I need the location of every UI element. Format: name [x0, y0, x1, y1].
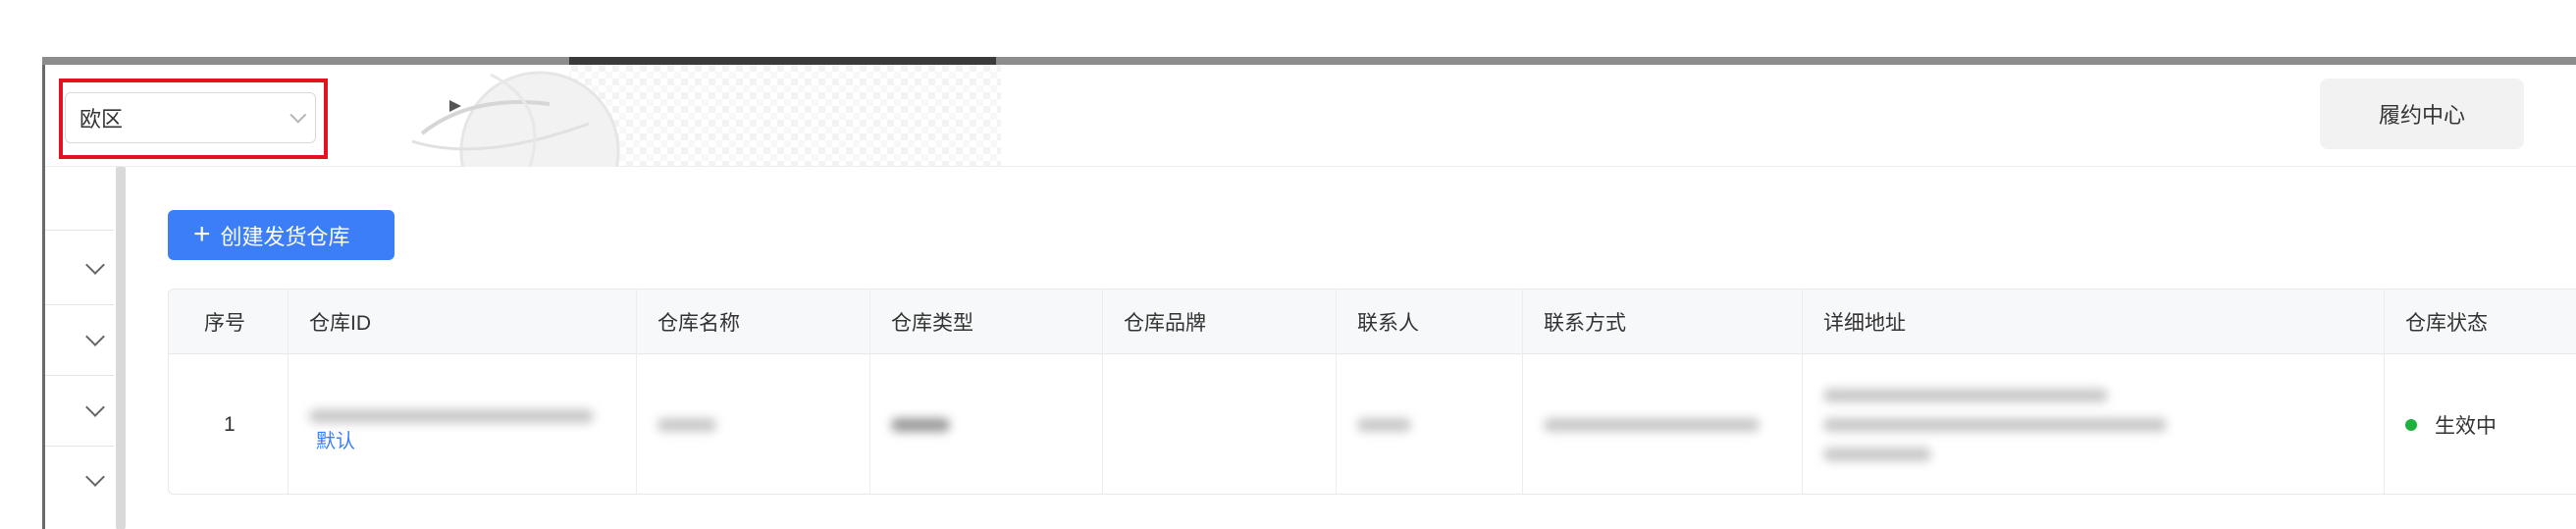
column-header-warehouse-status: 仓库状态 [2405, 312, 2488, 335]
warehouse-type-cell [869, 354, 950, 494]
redacted-warehouse-type [891, 418, 950, 432]
redacted-warehouse-id [309, 409, 594, 423]
create-warehouse-label: 创建发货仓库 [220, 224, 350, 249]
redacted-address-line [1823, 418, 2167, 432]
plus-icon: + [193, 217, 211, 250]
address-cell [1802, 354, 2167, 494]
sidebar-divider [45, 230, 114, 231]
sidebar-divider [45, 304, 114, 305]
row-index: 1 [224, 413, 236, 436]
window-top-border-accent [569, 57, 996, 65]
region-select-value: 欧区 [79, 107, 124, 132]
column-header-contact-person: 联系人 [1357, 312, 1419, 335]
column-header-warehouse-id: 仓库ID [309, 312, 371, 335]
contact-person-cell [1336, 354, 1411, 494]
sidebar-scrollbar[interactable] [116, 167, 126, 529]
column-header-index: 序号 [204, 312, 245, 335]
redacted-contact-method [1544, 418, 1760, 432]
column-header-warehouse-brand: 仓库品牌 [1124, 312, 1206, 335]
banner-illustration [393, 65, 1001, 167]
warehouse-table: 序号 仓库ID 仓库名称 仓库类型 仓库品牌 联系人 联系方式 详细地址 仓库状… [168, 289, 2576, 495]
default-tag: 默认 [316, 431, 355, 452]
redacted-contact-person [1357, 418, 1411, 432]
sidebar-divider [45, 375, 114, 376]
sidebar-divider [45, 446, 114, 447]
status-text: 生效中 [2435, 415, 2497, 438]
status-dot-icon [2405, 419, 2417, 431]
window-top-border [42, 57, 2576, 65]
fulfillment-center-button[interactable]: 履约中心 [2320, 79, 2524, 149]
region-select[interactable]: 欧区 [65, 92, 316, 143]
column-header-warehouse-name: 仓库名称 [657, 312, 740, 335]
redacted-warehouse-name [657, 418, 716, 432]
column-header-contact-method: 联系方式 [1544, 312, 1626, 335]
warehouse-brand-cell [1102, 354, 1124, 494]
warehouse-name-cell [636, 354, 716, 494]
warehouse-status-cell: 生效中 [2384, 354, 2497, 494]
chevron-down-icon [289, 106, 307, 124]
redacted-address-line [1823, 389, 2108, 402]
contact-method-cell [1522, 354, 1760, 494]
redacted-address-line [1823, 448, 1931, 461]
create-warehouse-button[interactable]: + 创建发货仓库 [168, 210, 394, 260]
column-header-address: 详细地址 [1823, 312, 1906, 335]
column-header-warehouse-type: 仓库类型 [891, 312, 973, 335]
